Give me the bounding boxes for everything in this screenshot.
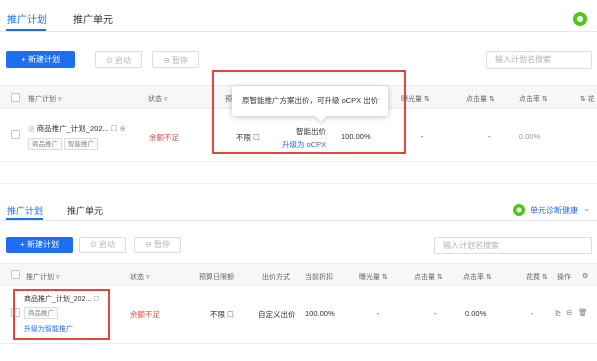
- plan-tags: 商品推广 智能推广: [28, 138, 100, 150]
- play-icon: ⊙: [90, 240, 99, 249]
- plan-state-icon: ◎: [28, 124, 37, 133]
- col-cost-partial: ⇅ 花: [580, 96, 595, 103]
- chart-icon[interactable]: ⊵: [555, 308, 561, 317]
- impressions-value: -: [421, 132, 424, 141]
- tag-product: 商品推广: [28, 138, 62, 150]
- sort-icon: ⇅: [488, 96, 495, 103]
- table-header: 推广计划 ▿ 状态 ▿ 预算日限额 出价方式 当前折扣 曝光量 ⇅ 点击量 ⇅ …: [0, 263, 597, 286]
- sort-icon: ⇅: [485, 274, 492, 281]
- top-tabs: 推广计划 推广单元: [0, 0, 597, 32]
- tab-unit[interactable]: 推广单元: [73, 11, 113, 26]
- status-badge: 余额不足: [130, 310, 160, 319]
- filter-icon: ▿: [55, 274, 60, 281]
- search-input[interactable]: 输入计划名搜索: [486, 51, 592, 69]
- tabs-divider: [0, 31, 597, 32]
- ctr-value: 0.00%: [465, 309, 487, 318]
- col-status[interactable]: 状态 ▿: [130, 272, 149, 282]
- pause-label: 暂停: [171, 56, 188, 65]
- new-plan-button[interactable]: + 新建计划: [6, 51, 75, 68]
- edit-icon: ☐: [110, 124, 118, 133]
- start-button[interactable]: ⊙ 启动: [79, 237, 126, 253]
- sort-icon: ⇅: [541, 274, 548, 281]
- select-all-checkbox[interactable]: [11, 93, 20, 102]
- health-icon: [513, 204, 525, 216]
- pause-label: 暂停: [153, 240, 170, 249]
- pause-circle-icon[interactable]: ⊖: [566, 308, 572, 317]
- col-status[interactable]: 状态 ▿: [148, 94, 167, 104]
- col-ctr[interactable]: 点击率 ⇅: [519, 94, 548, 104]
- col-plan[interactable]: 推广计划 ▿: [28, 94, 61, 104]
- health-link[interactable]: 单元诊断健康: [530, 205, 578, 216]
- tag-smart: 智能推广: [64, 138, 98, 150]
- col-budget: 预算日限额: [199, 274, 234, 281]
- delete-icon[interactable]: 🗑: [578, 308, 588, 317]
- col-discount: 当前折扣: [305, 274, 333, 281]
- plan-name[interactable]: ◎ 商品推广_计划_202... ☐ ⊕: [28, 123, 126, 134]
- pause-icon: ⊖: [145, 240, 154, 249]
- chevron-down-icon[interactable]: ⌄: [583, 204, 590, 213]
- pause-icon: ⊖: [163, 56, 172, 65]
- status-badge: 余额不足: [149, 133, 179, 142]
- select-all-checkbox[interactable]: [11, 270, 20, 279]
- ctr-value: 0.00%: [519, 132, 541, 141]
- edit-icon: ☐: [227, 310, 234, 319]
- new-plan-button[interactable]: + 新建计划: [6, 237, 73, 253]
- add-icon: ⊕: [117, 124, 126, 133]
- filter-icon: ▿: [57, 96, 62, 103]
- filter-icon: ▿: [163, 96, 168, 103]
- tab-plan[interactable]: 推广计划: [7, 11, 47, 26]
- health-status-icon[interactable]: [573, 12, 587, 26]
- col-bid-mode: 出价方式: [262, 274, 290, 281]
- col-clicks[interactable]: 点击量 ⇅: [466, 94, 495, 104]
- sort-icon: ⇅: [541, 96, 548, 103]
- col-clicks[interactable]: 点击量 ⇅: [414, 272, 443, 282]
- clicks-value: -: [488, 132, 491, 141]
- highlight-box: [13, 289, 110, 340]
- discount-value: 100.00%: [305, 309, 335, 318]
- pause-button[interactable]: ⊖ 暂停: [152, 51, 199, 68]
- col-plan[interactable]: 推广计划 ▿: [26, 272, 59, 282]
- section-divider: [0, 183, 597, 184]
- col-impressions[interactable]: 曝光量 ⇅: [359, 272, 388, 282]
- col-ctr[interactable]: 点击率 ⇅: [463, 272, 492, 282]
- sort-icon: ⇅: [436, 274, 443, 281]
- budget-value[interactable]: 不限 ☐: [210, 309, 234, 320]
- sort-icon: ⇅: [423, 96, 430, 103]
- upgrade-tooltip: 原智能推广方案出价，可升级 oCPX 出价: [232, 86, 389, 122]
- bottom-tabs: 推广计划 推广单元 单元诊断健康 ⌄: [0, 196, 597, 222]
- tab-plan[interactable]: 推广计划: [7, 204, 43, 217]
- bottom-panel: 推广计划 推广单元 单元诊断健康 ⌄ + 新建计划 ⊙ 启动 ⊖ 暂停 输入计划…: [0, 196, 597, 361]
- bid-mode: 自定义出价: [258, 310, 296, 319]
- start-button[interactable]: ⊙ 启动: [95, 51, 142, 68]
- settings-gear-icon[interactable]: ⚙: [582, 272, 588, 280]
- clicks-value: -: [434, 309, 437, 318]
- cost-value: -: [531, 309, 534, 318]
- pause-button[interactable]: ⊖ 暂停: [134, 237, 181, 253]
- start-label: 启动: [98, 240, 115, 249]
- search-input[interactable]: 输入计划名搜索: [434, 237, 592, 254]
- tab-unit[interactable]: 推广单元: [67, 204, 103, 217]
- row-checkbox[interactable]: [11, 130, 20, 139]
- filter-icon: ▿: [145, 274, 150, 281]
- impressions-value: -: [377, 309, 380, 318]
- col-cost[interactable]: 花费 ⇅: [526, 272, 548, 282]
- sort-icon: ⇅: [381, 274, 388, 281]
- start-label: 启动: [114, 56, 131, 65]
- play-icon: ⊙: [106, 56, 115, 65]
- tabs-divider: [0, 220, 597, 221]
- tooltip-text: 原智能推广方案出价，可升级 oCPX 出价: [242, 96, 379, 105]
- top-panel: 推广计划 推广单元 + 新建计划 ⊙ 启动 ⊖ 暂停 输入计划名搜索 推广计划 …: [0, 0, 597, 172]
- col-actions: 操作: [557, 274, 571, 281]
